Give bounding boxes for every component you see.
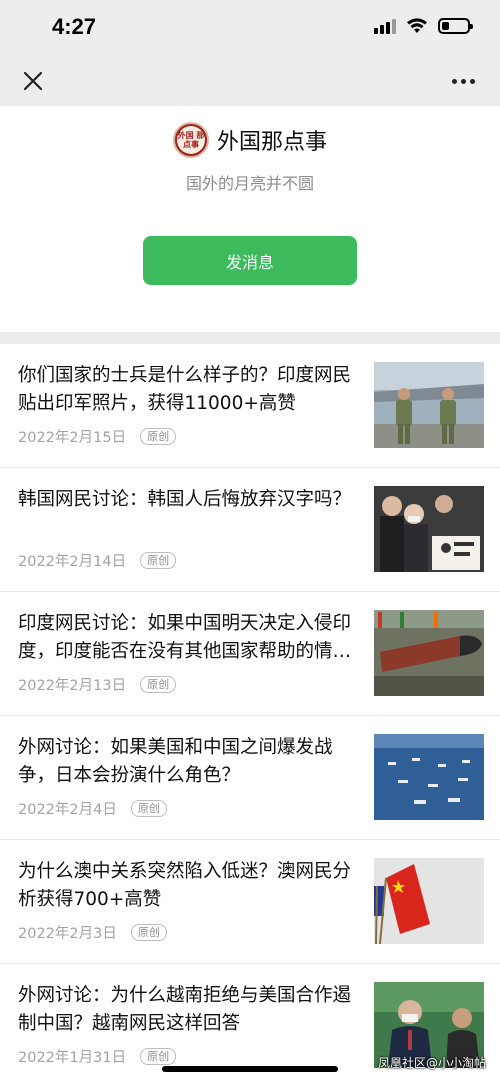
close-button[interactable] bbox=[20, 66, 46, 96]
article-list: 你们国家的士兵是什么样子的？印度网民贴出印军照片，获得11000+高赞 2022… bbox=[0, 344, 500, 1082]
article-meta: 2022年2月15日 原创 bbox=[18, 426, 177, 447]
section-divider bbox=[0, 332, 500, 344]
cellular-signal-icon bbox=[374, 18, 396, 34]
wifi-icon bbox=[407, 18, 427, 33]
article-item[interactable]: 韩国网民讨论：韩国人后悔放弃汉字吗？ 2022年2月14日 原创 bbox=[0, 468, 500, 592]
more-dot-icon bbox=[469, 78, 475, 84]
more-options-button[interactable] bbox=[446, 68, 480, 94]
naval-fleet-photo-icon[interactable] bbox=[374, 734, 484, 820]
article-title[interactable]: 外网讨论：如果美国和中国之间爆发战争，日本会扮演什么角色？ bbox=[18, 734, 358, 790]
account-header: 外国 那点事 外国那点事 bbox=[0, 122, 500, 158]
soldiers-photo-icon[interactable] bbox=[374, 362, 484, 448]
article-meta: 2022年1月31日 原创 bbox=[18, 1046, 177, 1067]
article-title[interactable]: 你们国家的士兵是什么样子的？印度网民贴出印军照片，获得11000+高赞 bbox=[18, 362, 358, 418]
article-item[interactable]: 你们国家的士兵是什么样子的？印度网民贴出印军照片，获得11000+高赞 2022… bbox=[0, 344, 500, 468]
article-date: 2022年2月4日 bbox=[18, 802, 117, 818]
send-message-button[interactable]: 发消息 bbox=[143, 236, 357, 285]
article-date: 2022年2月14日 bbox=[18, 554, 127, 570]
original-badge: 原创 bbox=[140, 1048, 177, 1065]
article-meta: 2022年2月4日 原创 bbox=[18, 798, 167, 819]
article-date: 2022年2月15日 bbox=[18, 430, 127, 446]
article-title[interactable]: 韩国网民讨论：韩国人后悔放弃汉字吗？ bbox=[18, 486, 358, 514]
article-meta: 2022年2月14日 原创 bbox=[18, 550, 177, 571]
article-item[interactable]: 印度网民讨论：如果中国明天决定入侵印度，印度能否在没有其他国家帮助的情况下应对？… bbox=[0, 592, 500, 716]
original-badge: 原创 bbox=[140, 428, 177, 445]
battery-icon bbox=[438, 18, 473, 34]
status-time: 4:27 bbox=[52, 14, 97, 39]
article-date: 2022年1月31日 bbox=[18, 1050, 127, 1066]
account-profile: 外国 那点事 外国那点事 国外的月亮并不圆 发消息 bbox=[0, 106, 500, 332]
article-title[interactable]: 印度网民讨论：如果中国明天决定入侵印度，印度能否在没有其他国家帮助的情况下应对？ bbox=[18, 610, 358, 666]
article-date: 2022年2月3日 bbox=[18, 926, 117, 942]
missile-photo-icon[interactable] bbox=[374, 610, 484, 696]
article-meta: 2022年2月3日 原创 bbox=[18, 922, 167, 943]
article-meta: 2022年2月13日 原创 bbox=[18, 674, 177, 695]
account-name[interactable]: 外国那点事 bbox=[217, 124, 327, 156]
more-dot-icon bbox=[460, 78, 466, 84]
original-badge: 原创 bbox=[140, 676, 177, 693]
article-title[interactable]: 外网讨论：为什么越南拒绝与美国合作遏制中国？越南网民这样回答 bbox=[18, 982, 358, 1038]
original-badge: 原创 bbox=[130, 800, 167, 817]
more-dot-icon bbox=[451, 78, 457, 84]
status-icons bbox=[374, 18, 473, 34]
home-indicator[interactable] bbox=[162, 1066, 338, 1072]
original-badge: 原创 bbox=[140, 552, 177, 569]
watermark: 凤凰社区@小小淘帖 bbox=[378, 1056, 487, 1070]
account-logo-text: 外国 那点事 bbox=[176, 126, 205, 154]
flags-photo-icon[interactable] bbox=[374, 858, 484, 944]
account-description: 国外的月亮并不圆 bbox=[185, 174, 314, 193]
account-logo[interactable]: 外国 那点事 bbox=[172, 122, 209, 158]
close-icon bbox=[23, 71, 43, 91]
article-date: 2022年2月13日 bbox=[18, 678, 127, 694]
article-title[interactable]: 为什么澳中关系突然陷入低迷？澳网民分析获得700+高赞 bbox=[18, 858, 358, 914]
protest-crowd-photo-icon[interactable] bbox=[374, 486, 484, 572]
article-item[interactable]: 为什么澳中关系突然陷入低迷？澳网民分析获得700+高赞 2022年2月3日 原创 bbox=[0, 840, 500, 964]
status-bar: 4:27 bbox=[0, 0, 500, 58]
original-badge: 原创 bbox=[130, 924, 167, 941]
article-item[interactable]: 外网讨论：如果美国和中国之间爆发战争，日本会扮演什么角色？ 2022年2月4日 … bbox=[0, 716, 500, 840]
nav-bar bbox=[0, 58, 500, 106]
